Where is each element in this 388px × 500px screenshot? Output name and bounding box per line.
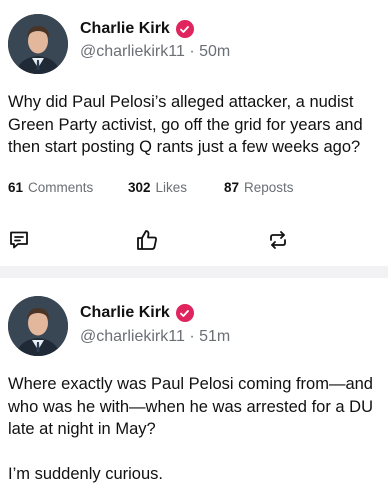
post-card: Charlie Kirk @charliekirk11 · 50m Why di… [0, 0, 388, 266]
reposts-count: 87 [224, 180, 240, 195]
comments-stat[interactable]: 61 Comments [8, 180, 93, 195]
post-time[interactable]: 50m [199, 43, 230, 60]
meta-separator: · [189, 43, 195, 60]
avatar[interactable] [8, 296, 68, 356]
meta-separator: · [189, 328, 195, 345]
comments-label: Comments [28, 180, 94, 195]
post-meta: @charliekirk11 · 51m [80, 328, 230, 346]
likes-label: Likes [155, 180, 188, 195]
author-name[interactable]: Charlie Kirk [80, 304, 194, 322]
post-time[interactable]: 51m [199, 328, 230, 345]
post-card: Charlie Kirk @charliekirk11 · 51m Where … [0, 278, 388, 500]
reposts-label: Reposts [244, 180, 294, 195]
verified-badge-icon [175, 20, 194, 38]
post-text-line: who was he with—when he was arrested for… [8, 397, 373, 416]
post-text: Why did Paul Pelosi’s alleged attacker, … [8, 91, 388, 159]
thumbs-up-icon[interactable] [135, 228, 159, 252]
author-name-text: Charlie Kirk [80, 20, 170, 37]
post-divider [0, 266, 388, 278]
post-meta: @charliekirk11 · 50m [80, 43, 230, 61]
author-handle[interactable]: @charliekirk11 [80, 328, 185, 345]
post-text-line: Where exactly was Paul Pelosi coming fro… [8, 375, 373, 393]
reposts-stat[interactable]: 87 Reposts [224, 180, 294, 195]
verified-badge-icon [175, 304, 194, 322]
post-text: Where exactly was Paul Pelosi coming fro… [8, 373, 388, 485]
likes-count: 302 [128, 180, 151, 195]
comments-count: 61 [8, 180, 24, 195]
likes-stat[interactable]: 302 Likes [128, 180, 187, 195]
post-text-line: I’m suddenly curious. [8, 464, 163, 483]
post-text-line: late at night in May? [8, 420, 156, 438]
post-text-line: then start posting Q rants just a few we… [8, 138, 361, 156]
post-actions [0, 228, 388, 252]
avatar[interactable] [8, 14, 68, 74]
author-name-text: Charlie Kirk [80, 304, 170, 321]
repost-icon[interactable] [266, 228, 290, 252]
post-text-line: Why did Paul Pelosi’s alleged attacker, … [8, 93, 354, 111]
comment-icon[interactable] [7, 228, 31, 252]
author-name[interactable]: Charlie Kirk [80, 20, 194, 38]
post-text-line: Green Party activist, go off the grid fo… [8, 115, 363, 134]
author-handle[interactable]: @charliekirk11 [80, 43, 185, 60]
